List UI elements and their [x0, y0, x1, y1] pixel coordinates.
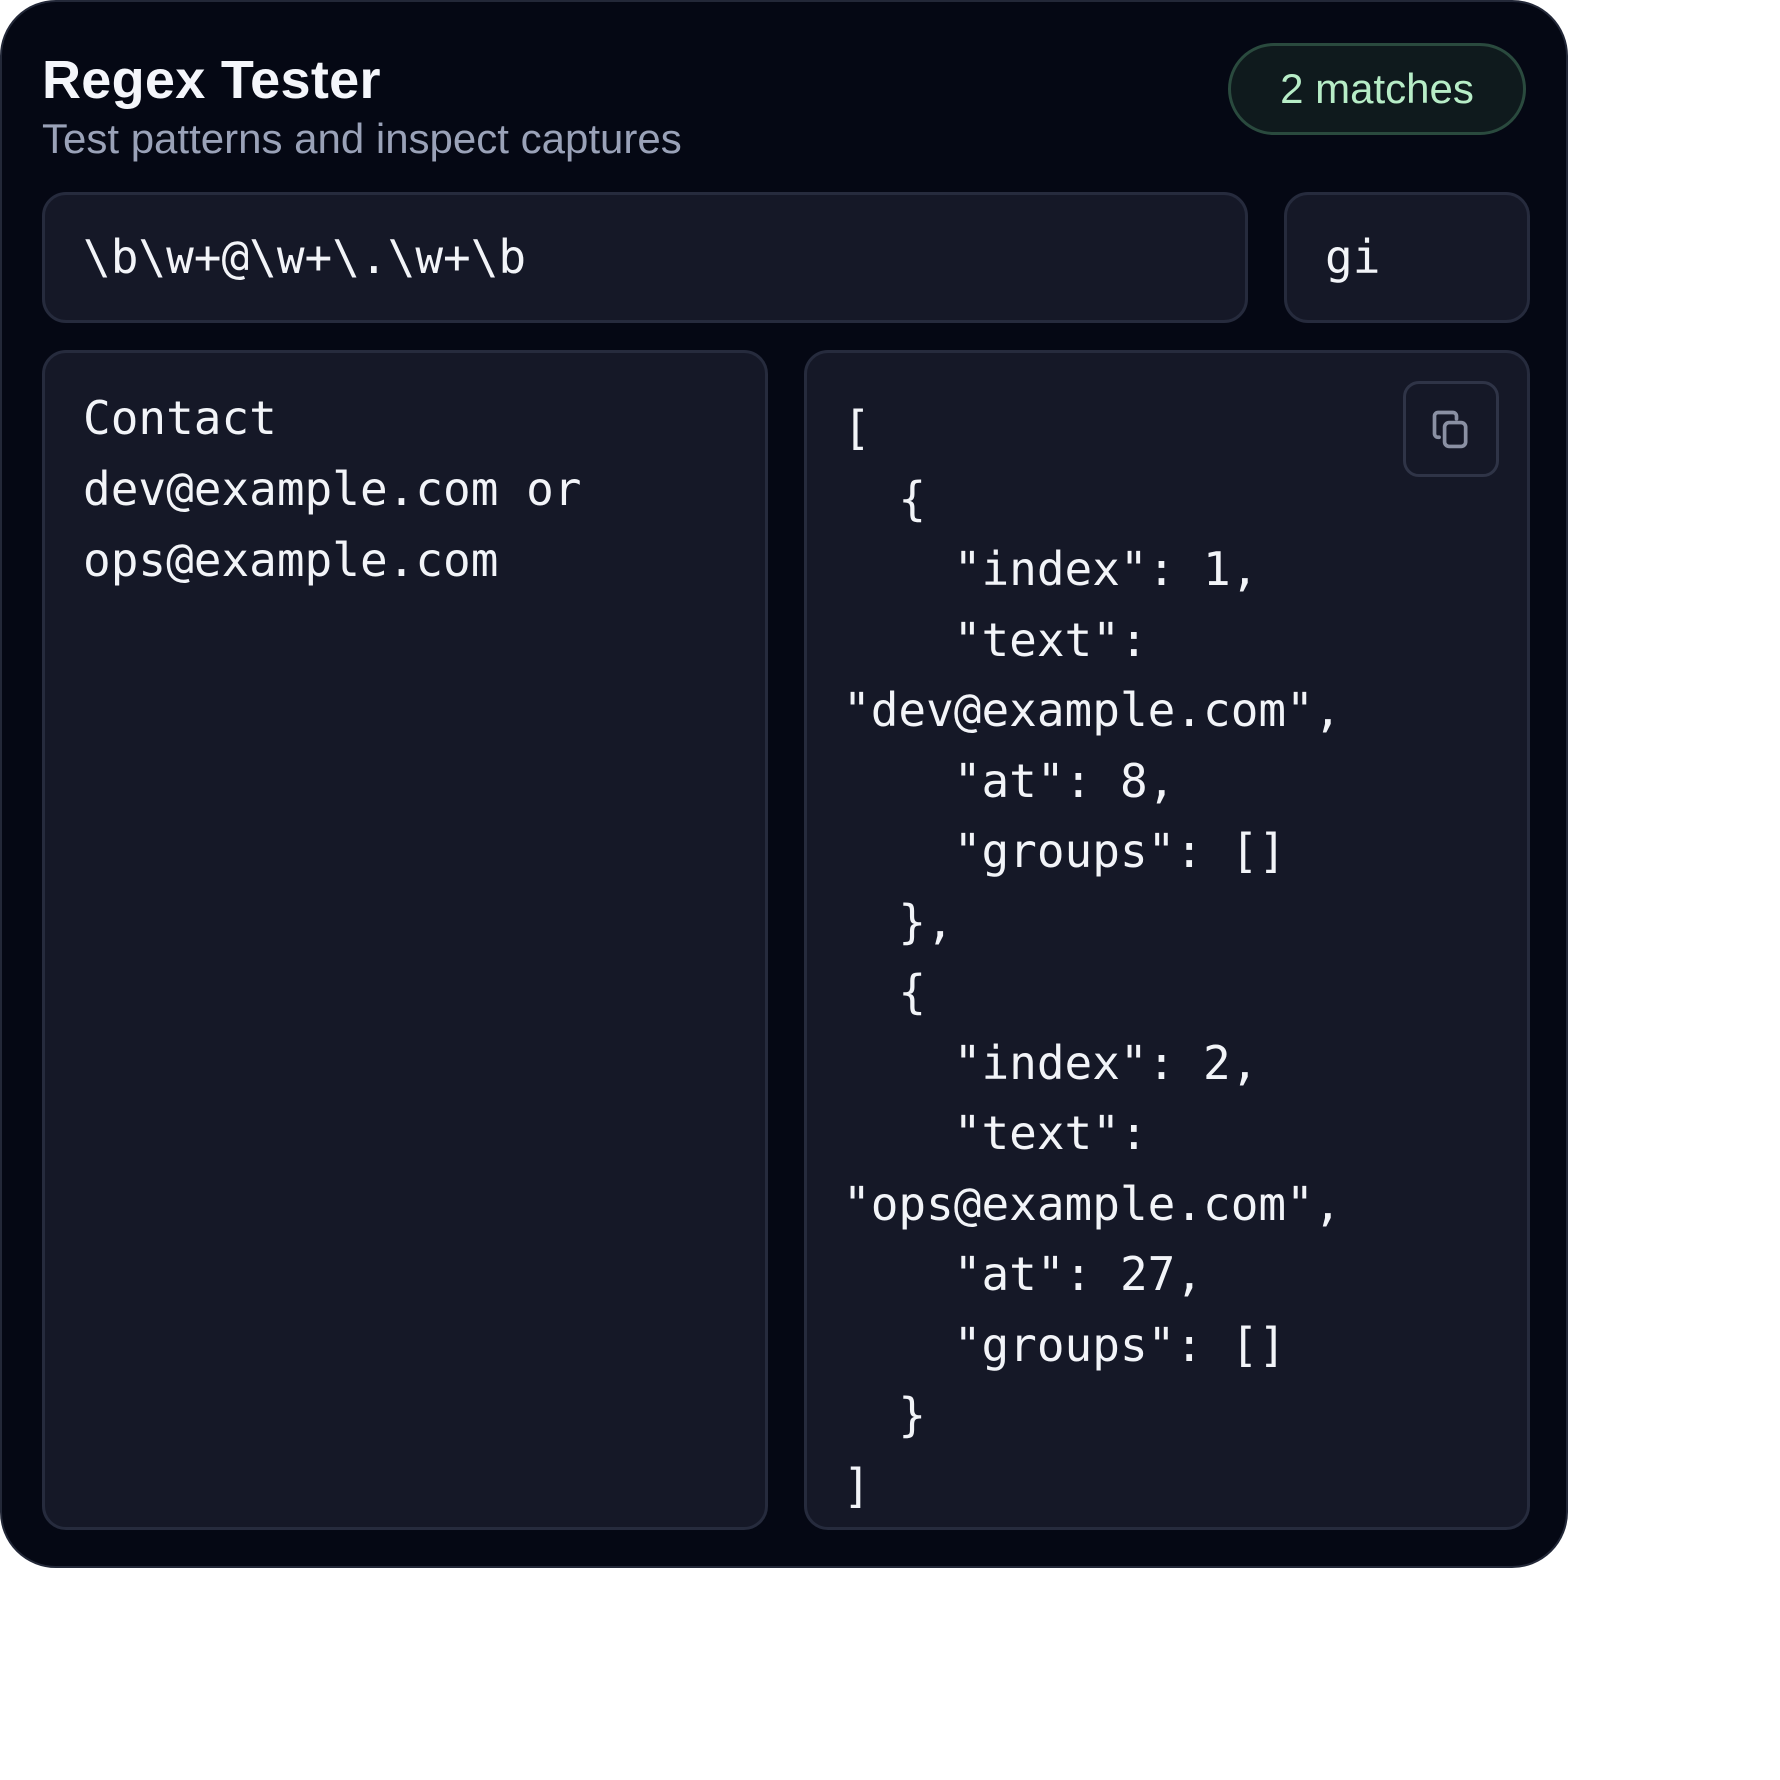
test-text-area[interactable]: Contact dev@example.com or ops@example.c…: [42, 350, 768, 1530]
page-title: Regex Tester: [42, 50, 381, 110]
results-json: [ { "index": 1, "text": "dev@example.com…: [843, 401, 1342, 1513]
regex-tester-card: Regex Tester Test patterns and inspect c…: [0, 0, 1568, 1568]
match-count-badge: 2 matches: [1228, 43, 1526, 135]
test-text-content: Contact dev@example.com or ops@example.c…: [83, 391, 582, 587]
page-subtitle: Test patterns and inspect captures: [42, 115, 682, 162]
copy-icon: [1432, 410, 1468, 449]
flags-input[interactable]: gi: [1284, 192, 1530, 323]
results-panel: [ { "index": 1, "text": "dev@example.com…: [804, 350, 1530, 1530]
pattern-input[interactable]: \b\w+@\w+\.\w+\b: [42, 192, 1248, 323]
copy-button[interactable]: [1403, 381, 1499, 477]
